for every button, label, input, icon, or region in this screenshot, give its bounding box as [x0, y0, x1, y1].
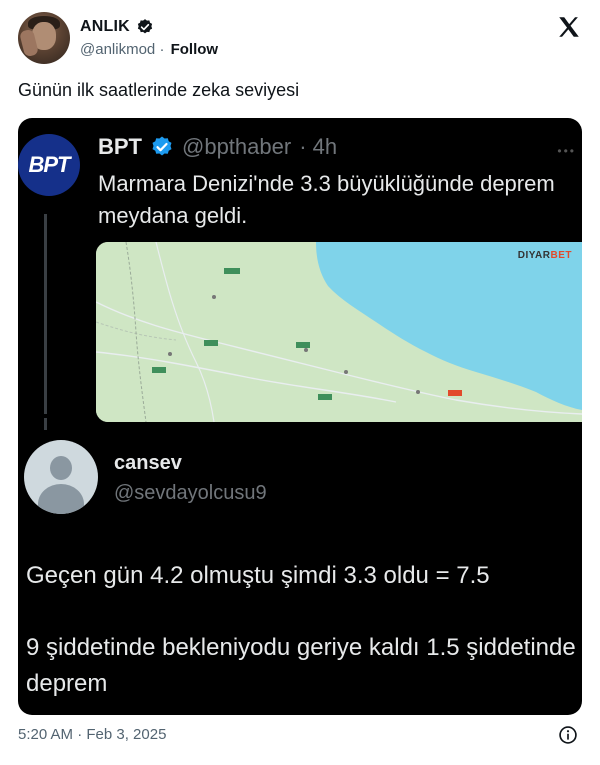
reply-name: cansev: [114, 452, 182, 474]
x-logo-icon[interactable]: [556, 14, 582, 40]
quoted-avatar-logo: BPT: [28, 152, 71, 177]
more-icon: •••: [557, 144, 576, 158]
reply-line-2: 9 şiddetinde bekleniyodu geriye kaldı 1.…: [26, 634, 576, 697]
thread-line: [44, 214, 47, 414]
tweet-header: ANLIK @anlikmod · Follow: [18, 12, 582, 68]
map-watermark: DIYARBET: [517, 250, 572, 261]
quoted-time: · 4h: [299, 134, 338, 159]
separator: ·: [159, 41, 165, 58]
quoted-handle: @bpthaber: [182, 134, 292, 159]
author-handle-row: @anlikmod · Follow: [80, 41, 218, 58]
tweet-timestamp[interactable]: 5:20 AM · Feb 3, 2025: [18, 726, 166, 743]
author-name-row: ANLIK: [80, 18, 154, 36]
author-name[interactable]: ANLIK: [80, 18, 130, 36]
earthquake-map: DIYARBET: [96, 242, 582, 422]
info-icon[interactable]: [558, 725, 578, 745]
reply-line-1: Geçen gün 4.2 olmuştu şimdi 3.3 oldu = 7…: [26, 562, 490, 589]
quoted-avatar: BPT: [18, 134, 80, 196]
quoted-name: BPT: [98, 134, 142, 159]
tweet-footer: 5:20 AM · Feb 3, 2025: [18, 726, 582, 748]
verified-badge-icon: [137, 19, 153, 34]
quoted-text: Marmara Denizi'nde 3.3 büyüklüğünde depr…: [98, 171, 555, 228]
reply-handle: @sevdayolcusu9: [114, 482, 267, 504]
tweet-text: Günün ilk saatlerinde zeka seviyesi: [18, 80, 300, 100]
reply-avatar: [24, 440, 98, 514]
author-avatar[interactable]: [18, 12, 70, 64]
thread-line-segment: [44, 418, 47, 430]
tweet-media-screenshot[interactable]: BPT BPT @bpthaber · 4h ••• Marmara Deniz…: [18, 118, 582, 715]
quoted-name-row: BPT @bpthaber · 4h: [98, 134, 337, 160]
follow-button[interactable]: Follow: [171, 41, 219, 58]
reply-text: Geçen gün 4.2 olmuştu şimdi 3.3 oldu = 7…: [26, 558, 576, 702]
map-graphic: [96, 242, 582, 422]
verified-badge-icon: [152, 136, 172, 156]
author-handle[interactable]: @anlikmod: [80, 41, 155, 58]
